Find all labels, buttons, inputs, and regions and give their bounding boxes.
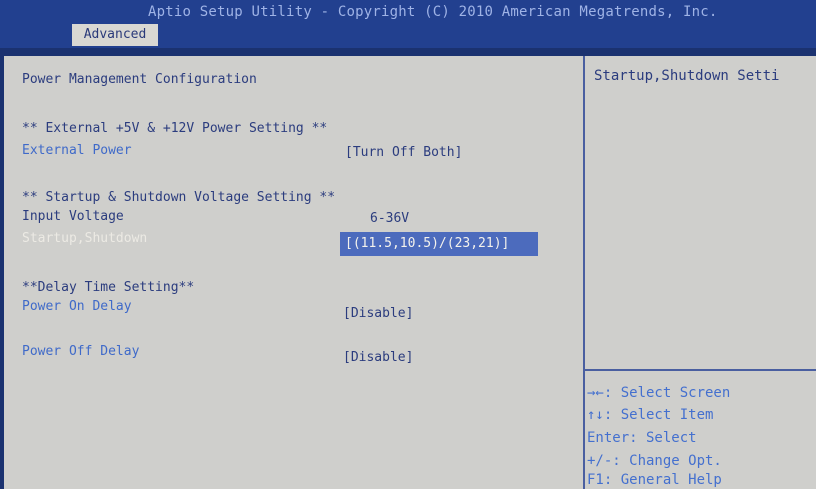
key-help-general-help: F1: General Help: [587, 472, 722, 488]
title-bar: Aptio Setup Utility - Copyright (C) 2010…: [0, 0, 816, 48]
input-voltage-label: Input Voltage: [22, 209, 124, 224]
power-on-delay-value[interactable]: [Disable]: [343, 306, 413, 321]
bios-setup-screen: Aptio Setup Utility - Copyright (C) 2010…: [0, 0, 816, 489]
help-divider: [585, 369, 816, 371]
startup-shutdown-label[interactable]: Startup,Shutdown: [22, 231, 147, 246]
power-off-delay-label[interactable]: Power Off Delay: [22, 344, 139, 359]
page-title: Power Management Configuration: [22, 72, 257, 87]
startup-shutdown-value[interactable]: [(11.5,10.5)/(23,21)]: [345, 236, 509, 251]
key-help-select-screen: →←: Select Screen: [587, 385, 731, 401]
app-title: Aptio Setup Utility - Copyright (C) 2010…: [148, 4, 718, 20]
external-power-value[interactable]: [Turn Off Both]: [345, 145, 462, 160]
power-on-delay-label[interactable]: Power On Delay: [22, 299, 132, 314]
power-off-delay-value[interactable]: [Disable]: [343, 350, 413, 365]
section-voltage: ** Startup & Shutdown Voltage Setting **: [22, 190, 336, 205]
external-power-label[interactable]: External Power: [22, 143, 132, 158]
key-help-enter: Enter: Select: [587, 430, 697, 446]
tab-advanced[interactable]: Advanced: [72, 24, 158, 46]
section-external-power: ** External +5V & +12V Power Setting **: [22, 121, 328, 136]
panel-divider: [583, 56, 585, 489]
key-help-select-item: ↑↓: Select Item: [587, 407, 714, 423]
item-help-text: Startup,Shutdown Setti: [594, 68, 780, 84]
input-voltage-value: 6-36V: [370, 211, 410, 226]
key-help-change-option: +/-: Change Opt.: [587, 453, 722, 469]
section-delay: **Delay Time Setting**: [22, 280, 195, 295]
